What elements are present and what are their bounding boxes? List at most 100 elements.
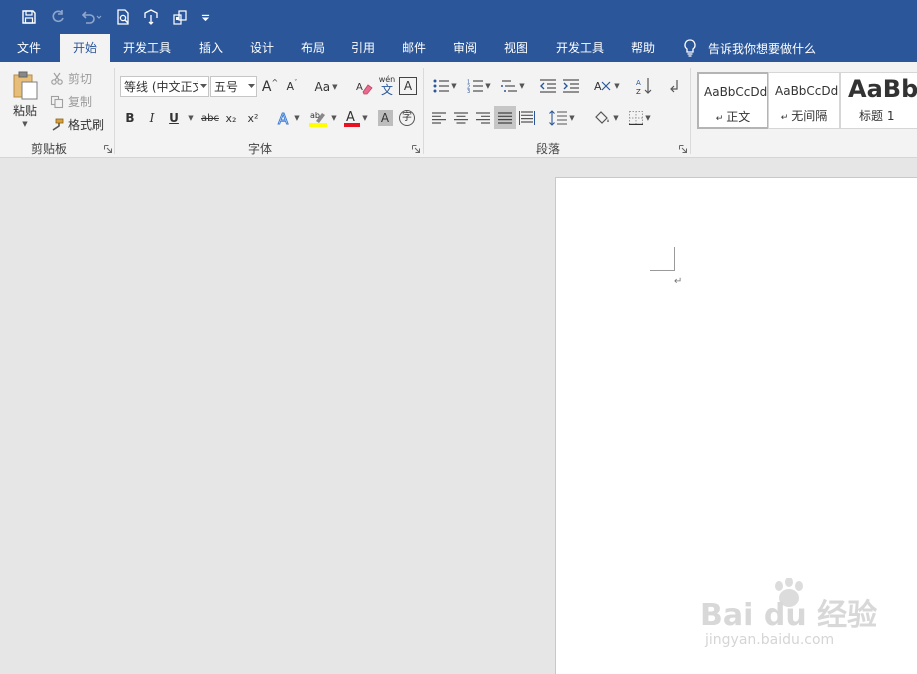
- format-painter-button[interactable]: 格式刷: [50, 116, 104, 133]
- align-left-button[interactable]: [430, 108, 448, 128]
- redo-icon[interactable]: [47, 6, 69, 28]
- underline-button[interactable]: U: [166, 108, 182, 128]
- font-name-value: 等线 (中文正文): [124, 80, 198, 94]
- style-heading-1-name: 标题 1: [859, 109, 895, 123]
- tab-mailings[interactable]: 邮件: [392, 34, 436, 62]
- bold-button[interactable]: B: [122, 108, 138, 128]
- clipboard-launcher-icon[interactable]: [104, 145, 112, 153]
- chevron-down-icon: [246, 84, 256, 89]
- strikethrough-button[interactable]: abc: [199, 108, 221, 128]
- watermark-url: jingyan.baidu.com: [705, 632, 835, 648]
- align-right-button[interactable]: [474, 108, 492, 128]
- justify-button[interactable]: [494, 106, 516, 129]
- tab-developer[interactable]: 开发工具: [116, 34, 178, 62]
- customize-qat-icon[interactable]: [198, 6, 212, 28]
- tell-me-box[interactable]: 告诉我你想要做什么: [682, 34, 816, 62]
- grow-font-button[interactable]: A ^: [261, 76, 279, 97]
- copy-button[interactable]: 复制: [50, 93, 92, 110]
- style-heading-1[interactable]: AaBb 标题 1: [840, 72, 917, 129]
- change-case-button[interactable]: Aa ▼: [310, 76, 342, 97]
- line-spacing-button[interactable]: ▼: [546, 108, 578, 128]
- char-shading-button[interactable]: A: [377, 108, 393, 128]
- text-effects-icon: A: [278, 110, 290, 126]
- char-border-button[interactable]: A: [399, 77, 417, 95]
- shrink-font-button[interactable]: Aˇ: [283, 76, 301, 97]
- undo-icon[interactable]: [77, 6, 105, 28]
- phonetic-guide-button[interactable]: wén 文: [376, 74, 398, 98]
- tab-insert[interactable]: 插入: [188, 34, 234, 62]
- phonetic-char: 文: [380, 82, 393, 97]
- svg-text:A: A: [636, 79, 641, 87]
- sort-button[interactable]: AZ: [634, 75, 654, 97]
- highlight-button[interactable]: ab ▼: [307, 108, 339, 128]
- font-color-button[interactable]: A ▼: [341, 108, 371, 128]
- style-normal-sample: AaBbCcDd: [704, 85, 768, 99]
- align-center-button[interactable]: [452, 108, 470, 128]
- text-effects-button[interactable]: A ▼: [274, 108, 302, 128]
- align-center-icon: [454, 112, 468, 124]
- paragraph-mark: ↵: [674, 276, 683, 287]
- subscript-button[interactable]: x₂: [222, 108, 240, 128]
- print-preview-icon[interactable]: [112, 6, 134, 28]
- enclose-char-icon: 字: [399, 110, 415, 126]
- tab-review[interactable]: 审阅: [443, 34, 487, 62]
- bullets-button[interactable]: ▼: [430, 76, 460, 96]
- svg-text:A: A: [278, 110, 289, 126]
- line-spacing-icon: [549, 110, 568, 126]
- watermark-text: Bai du 经验: [700, 598, 878, 633]
- ribbon-tabs: 文件 开始 开发工具 插入 设计 布局 引用 邮件 审阅 视图 开发工具 帮助 …: [0, 34, 917, 62]
- font-name-combo[interactable]: 等线 (中文正文): [120, 76, 209, 97]
- cut-label: 剪切: [68, 72, 93, 86]
- enclose-char-button[interactable]: 字: [398, 108, 416, 128]
- tab-file[interactable]: 文件: [4, 34, 54, 62]
- scissors-icon: [51, 72, 63, 85]
- shading-button[interactable]: ▼: [590, 108, 622, 128]
- paste-dropdown-icon[interactable]: ▼: [22, 120, 27, 128]
- tab-design[interactable]: 设计: [240, 34, 284, 62]
- clear-formatting-button[interactable]: A: [354, 76, 374, 97]
- svg-text:Z: Z: [636, 88, 641, 95]
- paste-button[interactable]: 粘贴 ▼: [8, 70, 42, 132]
- paintbrush-icon: [52, 118, 64, 131]
- superscript-button[interactable]: x²: [244, 108, 262, 128]
- multilevel-list-button[interactable]: ▼: [498, 76, 528, 96]
- borders-button[interactable]: ▼: [624, 108, 656, 128]
- cut-button[interactable]: 剪切: [50, 70, 92, 87]
- distributed-icon: [519, 111, 535, 125]
- save-icon[interactable]: [18, 6, 40, 28]
- tab-home[interactable]: 开始: [60, 34, 110, 62]
- show-marks-button[interactable]: [666, 76, 682, 96]
- page-margin-corner: [650, 247, 675, 271]
- paragraph-group-label: 段落: [535, 142, 560, 156]
- distributed-button[interactable]: [518, 108, 536, 128]
- tab-layout[interactable]: 布局: [291, 34, 335, 62]
- decrease-indent-icon: [540, 79, 556, 93]
- numbering-button[interactable]: 1 2 3 ▼: [464, 76, 494, 96]
- font-size-combo[interactable]: 五号: [210, 76, 257, 97]
- style-normal[interactable]: AaBbCcDd ↵ 正文: [697, 72, 769, 129]
- tab-developer-2[interactable]: 开发工具: [548, 34, 612, 62]
- copy-icon: [50, 95, 64, 108]
- increase-indent-button[interactable]: [561, 76, 581, 96]
- eraser-icon: A: [356, 82, 373, 94]
- tell-me-label: 告诉我你想要做什么: [708, 41, 817, 56]
- tab-references[interactable]: 引用: [341, 34, 385, 62]
- decrease-indent-button[interactable]: [538, 76, 558, 96]
- tab-view[interactable]: 视图: [494, 34, 538, 62]
- font-launcher-icon[interactable]: [412, 145, 420, 153]
- paste-label: 粘贴: [12, 104, 37, 118]
- underline-dropdown-icon[interactable]: ▼: [184, 108, 196, 128]
- tab-help[interactable]: 帮助: [620, 34, 666, 62]
- style-no-spacing[interactable]: AaBbCcDd ↵ 无间隔: [768, 72, 840, 129]
- align-right-icon: [476, 112, 490, 124]
- paragraph-mark-icon: [670, 80, 678, 93]
- touch-mode-icon[interactable]: [140, 6, 162, 28]
- svg-text:A: A: [594, 80, 602, 93]
- paragraph-launcher-icon[interactable]: [679, 145, 687, 153]
- multi-page-icon[interactable]: [169, 6, 191, 28]
- chinese-layout-button[interactable]: A ▼: [592, 76, 622, 96]
- style-no-spacing-name: ↵ 无间隔: [780, 109, 828, 123]
- italic-button[interactable]: I: [144, 108, 160, 128]
- font-size-value: 五号: [214, 80, 239, 94]
- lightbulb-icon: [684, 39, 696, 57]
